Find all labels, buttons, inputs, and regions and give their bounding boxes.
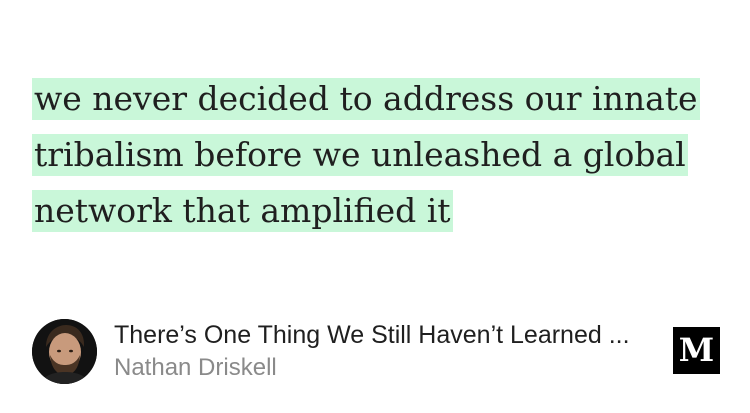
author-name[interactable]: Nathan Driskell	[114, 353, 277, 383]
article-card-footer[interactable]: There’s One Thing We Still Haven’t Learn…	[32, 319, 722, 384]
quote-line-1-text: we never decided to address our innate	[32, 78, 700, 120]
article-title-link[interactable]: There’s One Thing We Still Haven’t Learn…	[114, 320, 644, 350]
quote-line-2-text: tribalism before we unleashed a global	[32, 134, 688, 176]
quote-line-2: tribalism before we unleashed a global	[32, 134, 688, 190]
quote-line-3: network that amplified it	[32, 190, 682, 246]
highlighted-quote: we never decided to address our innate t…	[32, 78, 700, 246]
medium-logo-icon[interactable]: M	[673, 327, 720, 374]
author-avatar[interactable]	[32, 319, 97, 384]
quote-line-3-text: network that amplified it	[32, 190, 453, 232]
quote-line-1: we never decided to address our innate	[32, 78, 700, 134]
author-avatar-icon	[32, 319, 97, 384]
